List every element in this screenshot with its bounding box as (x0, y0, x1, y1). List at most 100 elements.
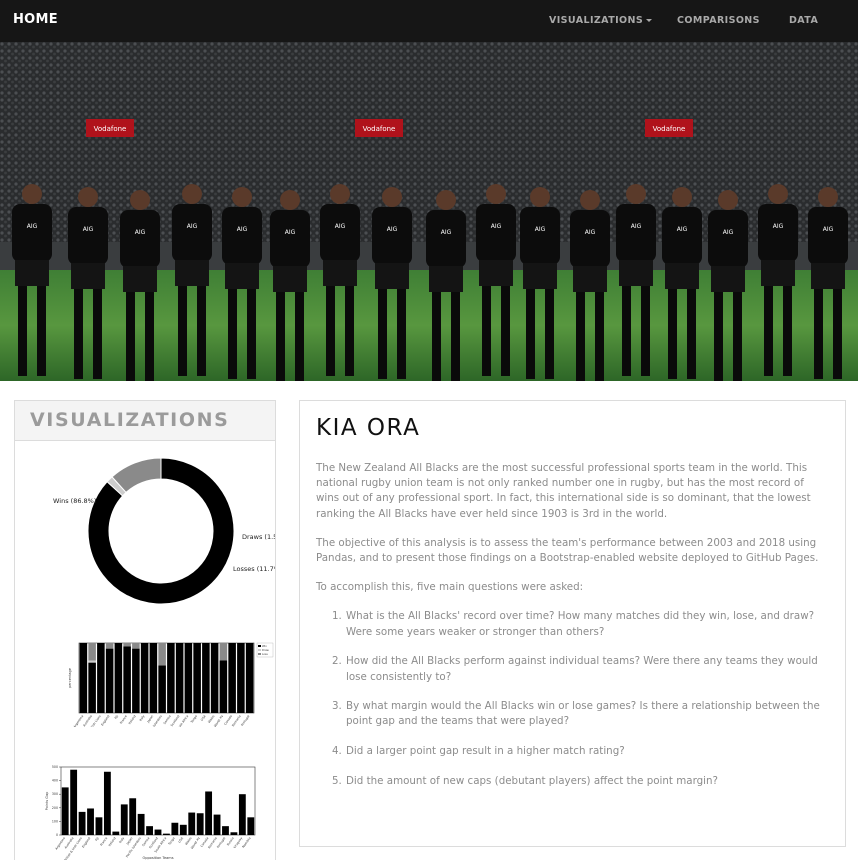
points-gap-bar (196, 813, 204, 835)
player-leg-left (576, 292, 585, 381)
player-leg-left (228, 289, 237, 379)
donut-label: Wins (86.8%) (53, 497, 96, 505)
player-leg-left (18, 286, 27, 376)
x-tick-label: Portugal (216, 836, 226, 849)
record-donut-chart[interactable]: Wins (86.8%) Draws (1.5%) Losses (11.7%) (15, 451, 275, 621)
visualizations-title: VISUALIZATIONS (30, 409, 230, 431)
x-axis-label: Opposition Teams (142, 856, 173, 860)
nav-data-link[interactable]: DATA (789, 15, 818, 26)
points-gap-bar (238, 794, 246, 835)
player-leg-right (197, 286, 206, 376)
player-jersey (520, 207, 560, 265)
team-photo-illustration: Vodafone Vodafone Vodafone AIG AIG AIG AIG A… (0, 42, 858, 381)
player-leg-right (93, 289, 102, 379)
stacked-bar-segment (245, 643, 254, 713)
player-leg-left (622, 286, 631, 376)
player-jersey (662, 207, 702, 265)
x-tick-label: World XV (213, 714, 225, 727)
player-leg-left (714, 292, 723, 381)
x-tick-label: Fiji (94, 836, 100, 842)
player-shorts (711, 266, 745, 292)
x-tick-label: Tonga (189, 714, 198, 724)
visualizations-panel: VISUALIZATIONS Wins (86.8%) Draws (1.5%) L… (14, 400, 276, 860)
navbar: HOME VISUALIZATIONS COMPARISONS DATA (0, 0, 858, 42)
points-gap-bar (112, 831, 120, 835)
player-head (672, 187, 692, 207)
player-shorts (15, 260, 49, 286)
stacked-bar-segment (158, 665, 166, 713)
jersey-text: AIG (187, 223, 198, 230)
stacked-bar-segment (132, 643, 140, 649)
x-tick-label: USA (177, 836, 184, 844)
stacked-bar-segment (219, 660, 228, 713)
stacked-bar-segment (158, 643, 166, 666)
nav-visualizations-dropdown[interactable]: VISUALIZATIONS (549, 15, 653, 26)
x-tick-label: England (100, 714, 110, 726)
player-jersey (476, 204, 516, 262)
stacked-bar-segment (237, 643, 245, 713)
y-tick-label: 100 (52, 819, 58, 823)
stacked-bar-segment (114, 643, 123, 713)
sponsor-banner-text-3: Vodafone (653, 125, 686, 133)
donut-label: Losses (11.7%) (233, 565, 275, 573)
jersey-text: AIG (237, 226, 248, 233)
stacked-bar-segment (79, 643, 88, 713)
nav-visualizations-label: VISUALIZATIONS (549, 15, 644, 26)
points-gap-bar (222, 826, 229, 835)
player-jersey (172, 204, 212, 262)
legend-swatch (258, 649, 261, 651)
player-shorts (761, 260, 795, 286)
player-shorts (523, 263, 557, 289)
player-jersey (12, 204, 52, 262)
hero-team-photo: Vodafone Vodafone Vodafone AIG AIG AIG AIG A… (0, 42, 858, 381)
player-leg-left (814, 289, 823, 379)
player-head (580, 190, 600, 210)
player-leg-right (783, 286, 792, 376)
player-leg-left (178, 286, 187, 376)
x-tick-label: Ireland (127, 714, 136, 725)
jersey-text: AIG (535, 226, 546, 233)
y-tick-label: 500 (52, 765, 58, 769)
player-jersey (808, 207, 848, 265)
player-jersey (68, 207, 108, 265)
home-link[interactable]: HOME (13, 12, 58, 27)
player-leg-right (145, 292, 154, 381)
stacked-bar-segment (167, 643, 175, 713)
player-head (382, 187, 402, 207)
x-tick-label: Tonga (167, 836, 176, 846)
nav-comparisons-link[interactable]: COMPARISONS (677, 15, 760, 26)
x-tick-label: Portugal (240, 714, 250, 727)
player-head (626, 184, 646, 204)
team-record-stacked-bar-chart[interactable]: ArgentinaAustraliaBritish & Irish LionsE… (15, 637, 275, 727)
points-gap-bar-chart[interactable]: ArgentinaAustraliaBritish & Irish LionsE… (15, 761, 275, 860)
player-head (436, 190, 456, 210)
points-gap-bar (61, 787, 69, 835)
question-item: 3. By what margin would the All Blacks wi… (332, 700, 820, 728)
player-head (530, 187, 550, 207)
stacked-bar-segment (210, 643, 219, 713)
points-gap-bar (87, 808, 94, 835)
points-gap-bar (103, 771, 111, 835)
player-shorts (123, 266, 157, 292)
player-leg-left (74, 289, 83, 379)
player-head (232, 187, 252, 207)
points-gap-bar (95, 817, 103, 835)
question-item: 5. Did the amount of new caps (debutant p… (332, 774, 719, 787)
player-leg-right (501, 286, 510, 376)
player-head (78, 187, 98, 207)
jersey-text: AIG (285, 229, 296, 236)
player-leg-right (833, 289, 842, 379)
points-gap-bar (146, 826, 153, 835)
chart-legend: WinDrawLoss (256, 642, 274, 658)
player-leg-right (733, 292, 742, 381)
player-shorts (665, 263, 699, 289)
player-shorts (375, 263, 409, 289)
y-tick-label: 0 (56, 833, 58, 837)
stacked-bar-segment (105, 648, 114, 713)
question-item: 1. What is the All Blacks' record over ti… (332, 610, 815, 638)
player-head (182, 184, 202, 204)
player-jersey (616, 204, 656, 262)
legend-entry: Draw (262, 648, 270, 652)
plot-frame (78, 642, 255, 714)
stacked-bar-segment (140, 643, 149, 713)
